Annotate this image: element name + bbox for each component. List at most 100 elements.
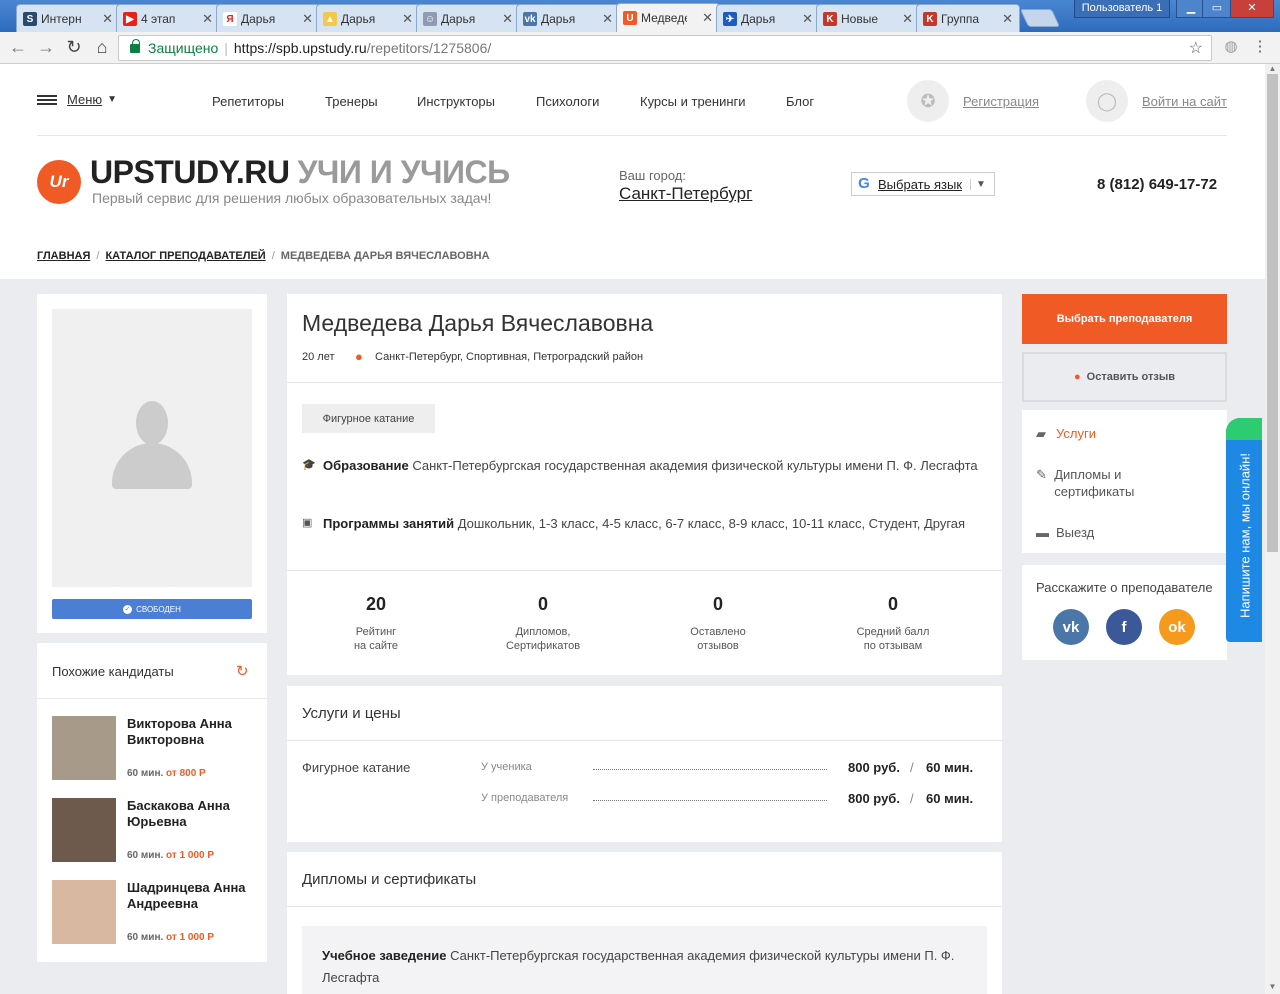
browser-menu-icon[interactable]: ⋮ bbox=[1250, 37, 1270, 55]
browser-tab[interactable]: ▲ Дарья ✕ bbox=[316, 4, 420, 32]
close-tab-icon[interactable]: ✕ bbox=[302, 11, 313, 27]
youtube-icon: ▶ bbox=[123, 12, 137, 26]
odnoklassniki-icon[interactable]: ok bbox=[1159, 609, 1195, 645]
vk-icon[interactable]: vk bbox=[1053, 609, 1089, 645]
profile-button[interactable]: Пользователь 1 bbox=[1074, 0, 1170, 18]
leave-review-button[interactable]: ● Оставить отзыв bbox=[1022, 352, 1227, 402]
close-tab-icon[interactable]: ✕ bbox=[902, 11, 913, 27]
candidate-photo[interactable] bbox=[52, 880, 116, 944]
login-link[interactable]: Войти на сайт bbox=[1142, 94, 1227, 109]
extension-icon[interactable]: ◍ bbox=[1221, 37, 1241, 55]
stat-label: Средний балл по отзывам bbox=[856, 626, 930, 652]
back-icon[interactable]: ← bbox=[8, 37, 28, 58]
close-tab-icon[interactable]: ✕ bbox=[1002, 11, 1013, 27]
refresh-icon[interactable]: ↻ bbox=[236, 662, 249, 680]
home-icon[interactable]: ⌂ bbox=[92, 37, 112, 58]
figure-skate-icon: K bbox=[923, 12, 937, 26]
sidebar-item-services[interactable]: ▰ Услуги bbox=[1036, 425, 1096, 442]
lock-icon bbox=[130, 38, 140, 53]
candidate-from-price: от 800 Р bbox=[166, 768, 206, 779]
programs-info: Программы занятий Дошкольник, 1-3 класс,… bbox=[323, 512, 983, 536]
register-link[interactable]: Регистрация bbox=[963, 94, 1039, 109]
tab-title: Дарья bbox=[341, 11, 376, 26]
nav-blog[interactable]: Блог bbox=[786, 94, 814, 109]
programs-text: Дошкольник, 1-3 класс, 4-5 класс, 6-7 кл… bbox=[457, 516, 966, 531]
close-tab-icon[interactable]: ✕ bbox=[702, 10, 713, 26]
service-price: 800 руб. bbox=[848, 791, 900, 806]
divider bbox=[287, 906, 1002, 907]
browser-tab[interactable]: Я Дарья ✕ bbox=[216, 4, 320, 32]
subject-tag[interactable]: Фигурное катание bbox=[302, 404, 435, 433]
language-select[interactable]: G Выбрать язык ▼ bbox=[851, 172, 995, 196]
browser-tab[interactable]: ▶ 4 этап ✕ bbox=[116, 4, 220, 32]
browser-tab[interactable]: S Интерн ✕ bbox=[16, 4, 120, 32]
site-icon: S bbox=[23, 12, 37, 26]
nav-trainers[interactable]: Тренеры bbox=[325, 94, 378, 109]
stat-label: Оставлено отзывов bbox=[690, 626, 746, 652]
browser-tab[interactable]: vk Дарья ✕ bbox=[516, 4, 620, 32]
phone-number[interactable]: 8 (812) 649-17-72 bbox=[1097, 176, 1217, 193]
close-tab-icon[interactable]: ✕ bbox=[402, 11, 413, 27]
close-tab-icon[interactable]: ✕ bbox=[202, 11, 213, 27]
logo-slogan: УЧИ И УЧИСЬ bbox=[297, 154, 510, 190]
candidate-photo[interactable] bbox=[52, 716, 116, 780]
sidebar-item-diplomas[interactable]: ✎ Дипломы и сертификаты bbox=[1036, 466, 1186, 500]
logo-name: UPSTUDY.RU bbox=[90, 154, 290, 190]
logo-text[interactable]: UPSTUDY.RU УЧИ И УЧИСЬ bbox=[90, 154, 510, 191]
divider bbox=[287, 740, 1002, 741]
browser-tab[interactable]: ☺ Дарья ✕ bbox=[416, 4, 520, 32]
google-icon: G bbox=[858, 175, 870, 192]
location-pin-icon: ● bbox=[355, 349, 363, 364]
breadcrumb-separator: / bbox=[96, 250, 100, 262]
divider bbox=[287, 570, 1002, 571]
nav-psychologists[interactable]: Психологи bbox=[536, 94, 599, 109]
diplomas-title: Дипломы и сертификаты bbox=[302, 871, 477, 888]
breadcrumb-catalog[interactable]: КАТАЛОГ ПРЕПОДАВАТЕЛЕЙ bbox=[105, 250, 265, 262]
breadcrumb-home[interactable]: ГЛАВНАЯ bbox=[37, 250, 90, 262]
nav-courses[interactable]: Курсы и тренинги bbox=[640, 94, 746, 109]
candidate-name[interactable]: Шадринцева Анна Андреевна bbox=[127, 880, 252, 912]
scrollbar-thumb[interactable] bbox=[1267, 74, 1278, 552]
breadcrumb-separator: / bbox=[271, 250, 275, 262]
browser-tab[interactable]: K Группа ✕ bbox=[916, 4, 1020, 32]
nav-instructors[interactable]: Инструкторы bbox=[417, 94, 495, 109]
browser-tab[interactable]: U Медведе ✕ bbox=[616, 3, 720, 32]
nav-tutors[interactable]: Репетиторы bbox=[212, 94, 284, 109]
chat-widget[interactable]: Напишите нам, мы онлайн! bbox=[1226, 418, 1262, 642]
close-tab-icon[interactable]: ✕ bbox=[802, 11, 813, 27]
stat-avg-score: 0 Средний балл по отзывам bbox=[828, 594, 958, 653]
stat-label: Дипломов, Сертификатов bbox=[505, 626, 581, 652]
menu-toggle[interactable]: Меню ▼ bbox=[37, 92, 117, 107]
bookmark-star-icon[interactable]: ☆ bbox=[1189, 38, 1203, 58]
programs-label: Программы занятий bbox=[323, 516, 455, 531]
secure-label: Защищено bbox=[148, 40, 219, 56]
close-tab-icon[interactable]: ✕ bbox=[102, 11, 113, 27]
stat-value: 0 bbox=[712, 594, 723, 614]
figure-skate-icon: K bbox=[823, 12, 837, 26]
browser-tab[interactable]: ✈ Дарья ✕ bbox=[716, 4, 820, 32]
service-duration: 60 мин. bbox=[926, 791, 974, 806]
scroll-down-icon[interactable]: ▼ bbox=[1265, 982, 1280, 994]
forward-icon[interactable]: → bbox=[36, 37, 56, 58]
candidate-name[interactable]: Викторова Анна Викторовна bbox=[127, 716, 252, 748]
profile-age: 20 лет bbox=[302, 351, 335, 363]
close-window-button[interactable]: ✕ bbox=[1230, 0, 1274, 18]
candidate-price: 60 мин. от 1 000 Р bbox=[127, 932, 214, 943]
url-field[interactable]: Защищено | https://spb.upstudy.ru/repeti… bbox=[118, 35, 1212, 61]
edu-label: Учебное заведение bbox=[322, 948, 447, 963]
tab-title: Дарья bbox=[541, 11, 576, 26]
scroll-up-icon[interactable]: ▲ bbox=[1265, 64, 1280, 74]
close-tab-icon[interactable]: ✕ bbox=[502, 11, 513, 27]
close-tab-icon[interactable]: ✕ bbox=[602, 11, 613, 27]
candidate-name[interactable]: Баскакова Анна Юрьевна bbox=[127, 798, 252, 830]
browser-tab[interactable]: K Новые ✕ bbox=[816, 4, 920, 32]
city-selector[interactable]: Санкт-Петербург bbox=[619, 184, 752, 204]
sidebar-item-departure[interactable]: ▬ Выезд bbox=[1036, 524, 1094, 541]
maximize-button[interactable]: ▭ bbox=[1202, 0, 1232, 18]
facebook-icon[interactable]: f bbox=[1106, 609, 1142, 645]
logo-icon[interactable]: Ur bbox=[37, 160, 81, 204]
candidate-photo[interactable] bbox=[52, 798, 116, 862]
choose-tutor-button[interactable]: Выбрать преподавателя bbox=[1022, 294, 1227, 344]
reload-icon[interactable]: ↻ bbox=[64, 37, 84, 58]
url-path: /repetitors/1275806/ bbox=[366, 40, 492, 56]
